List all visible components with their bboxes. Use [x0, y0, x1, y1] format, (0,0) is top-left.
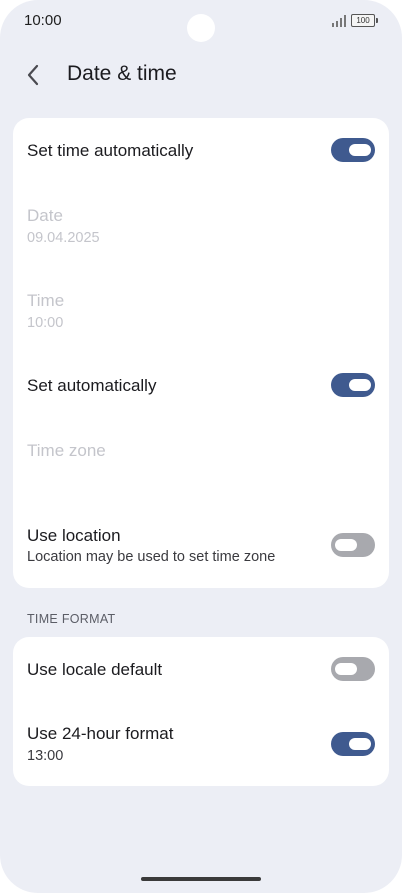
battery-icon: 100	[351, 14, 378, 27]
date-time-settings-card: Set time automatically Date 09.04.2025 T…	[13, 118, 389, 588]
status-time: 10:00	[24, 12, 62, 29]
back-arrow-icon	[27, 64, 39, 86]
set-automatically-toggle[interactable]	[331, 373, 375, 397]
use-24-hour-format-label: Use 24-hour format	[27, 724, 174, 743]
time-label: Time	[27, 291, 65, 310]
cellular-signal-icon	[332, 15, 346, 27]
use-locale-default-label: Use locale default	[27, 660, 163, 679]
set-time-automatically-toggle[interactable]	[331, 138, 375, 162]
use-location-summary: Location may be used to set time zone	[27, 549, 276, 565]
toggle-knob	[349, 738, 371, 750]
date-value: 09.04.2025	[27, 230, 100, 246]
use-location-toggle[interactable]	[331, 533, 375, 557]
home-gesture-bar[interactable]	[141, 877, 261, 881]
toggle-knob	[349, 144, 371, 156]
time-row: Time 10:00	[13, 278, 389, 344]
use-24-hour-format-summary: 13:00	[27, 748, 64, 764]
set-automatically-label: Set automatically	[27, 376, 157, 395]
date-row: Date 09.04.2025	[13, 194, 389, 260]
time-zone-label: Time zone	[27, 441, 106, 460]
toggle-knob	[335, 663, 357, 675]
use-24-hour-format-toggle[interactable]	[331, 732, 375, 756]
phone-screen: 10:00 100 Date & time Set time automatic…	[0, 0, 402, 893]
back-button[interactable]	[16, 58, 50, 92]
front-camera	[187, 14, 215, 42]
use-locale-default-row[interactable]: Use locale default	[13, 637, 389, 701]
date-label: Date	[27, 206, 63, 225]
time-value: 10:00	[27, 315, 64, 331]
status-bar: 10:00 100	[0, 0, 402, 42]
page-title: Date & time	[67, 62, 177, 85]
app-bar: Date & time	[0, 50, 402, 100]
time-zone-row: Time zone	[13, 422, 389, 484]
set-time-automatically-row[interactable]: Set time automatically	[13, 118, 389, 184]
set-automatically-row[interactable]: Set automatically	[13, 354, 389, 416]
use-location-label: Use location	[27, 526, 121, 545]
use-24-hour-format-row[interactable]: Use 24-hour format 13:00	[13, 711, 389, 781]
time-format-section-label: TIME FORMAT	[27, 612, 116, 626]
use-location-row[interactable]: Use location Location may be used to set…	[13, 512, 389, 582]
use-locale-default-toggle[interactable]	[331, 657, 375, 681]
toggle-knob	[349, 379, 371, 391]
time-format-card: Use locale default Use 24-hour format 13…	[13, 637, 389, 786]
toggle-knob	[335, 539, 357, 551]
set-time-automatically-label: Set time automatically	[27, 141, 194, 160]
